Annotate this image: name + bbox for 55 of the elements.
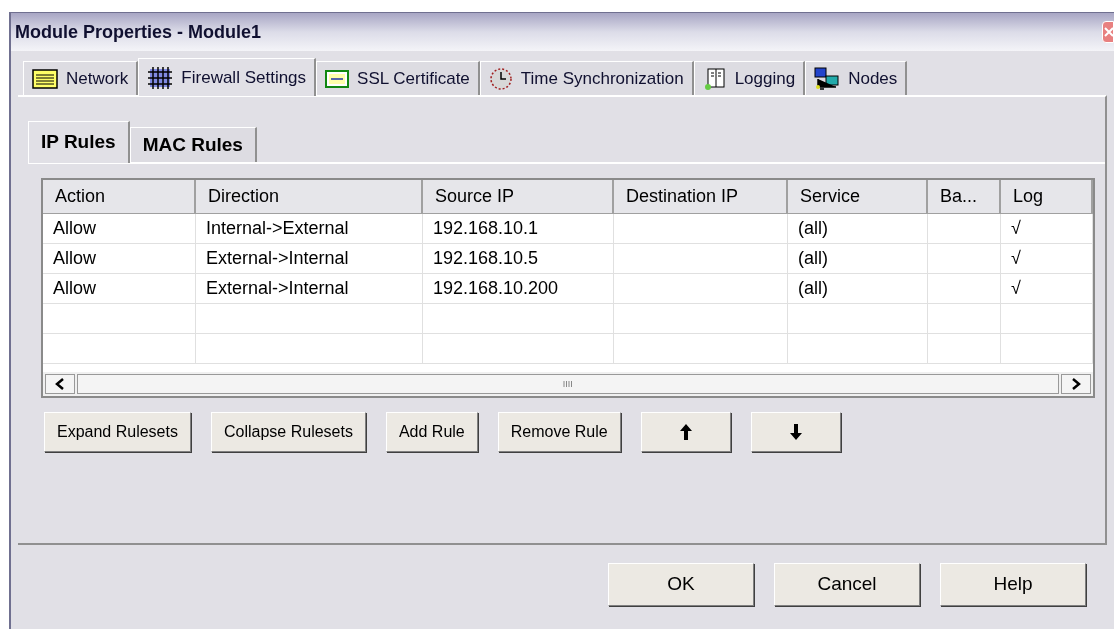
table-cell: External->Internal xyxy=(196,244,423,274)
folder-icon xyxy=(32,67,58,90)
tab[interactable]: MAC Rules xyxy=(129,127,257,163)
column-header[interactable]: Destination IP xyxy=(614,180,788,214)
scroll-left-button[interactable] xyxy=(45,374,75,394)
down-arrow-icon xyxy=(788,423,803,441)
column-header[interactable]: Action xyxy=(43,180,196,214)
tab[interactable]: SSL Certificate xyxy=(316,61,480,95)
certificate-icon xyxy=(325,69,350,88)
up-arrow-icon xyxy=(678,423,693,441)
rule-button[interactable]: Collapse Rulesets xyxy=(210,412,366,452)
grid-icon xyxy=(147,65,174,90)
tab[interactable]: Firewall Settings xyxy=(138,58,317,96)
table-cell: Allow xyxy=(43,274,196,304)
column-header[interactable]: Source IP xyxy=(423,180,614,214)
rule-button[interactable]: Remove Rule xyxy=(497,412,621,452)
move-up-button[interactable] xyxy=(640,412,731,452)
column-header[interactable]: Service xyxy=(788,180,928,214)
table-cell: 192.168.10.1 xyxy=(423,214,614,244)
table-cell: Allow xyxy=(43,244,196,274)
tab[interactable]: Nodes xyxy=(805,61,908,95)
dialog-button[interactable]: Help xyxy=(940,563,1086,606)
computers-icon xyxy=(814,66,841,91)
table-cell: Allow xyxy=(43,214,196,244)
tab[interactable]: Time Synchronization xyxy=(479,61,694,95)
column-header[interactable]: Direction xyxy=(196,180,423,214)
table-cell: √ xyxy=(1001,214,1093,244)
scroll-thumb[interactable] xyxy=(77,374,1059,394)
dialog-button[interactable]: OK xyxy=(608,563,754,606)
rule-button[interactable]: Expand Rulesets xyxy=(44,412,191,452)
tab[interactable]: Network xyxy=(23,61,139,95)
tab[interactable]: Logging xyxy=(693,61,806,95)
table-cell: (all) xyxy=(788,244,928,274)
dialog-button[interactable]: Cancel xyxy=(774,563,920,606)
table-cell: (all) xyxy=(788,274,928,304)
close-icon xyxy=(1103,26,1113,38)
column-header[interactable]: Ba... xyxy=(928,180,1001,214)
close-button[interactable] xyxy=(1102,21,1114,43)
book-icon xyxy=(702,66,727,91)
table-cell: External->Internal xyxy=(196,274,423,304)
table-cell: Internal->External xyxy=(196,214,423,244)
column-header[interactable]: Log xyxy=(1001,180,1093,214)
table-cell: √ xyxy=(1001,274,1093,304)
grip-icon xyxy=(563,379,573,389)
table-cell: (all) xyxy=(788,214,928,244)
clock-icon xyxy=(488,66,513,91)
move-down-button[interactable] xyxy=(750,412,841,452)
table-cell: √ xyxy=(1001,244,1093,274)
table-cell: 192.168.10.200 xyxy=(423,274,614,304)
scroll-right-button[interactable] xyxy=(1061,374,1091,394)
window-title: Module Properties - Module1 xyxy=(15,20,262,44)
horizontal-scrollbar[interactable] xyxy=(43,372,1093,396)
table-cell: 192.168.10.5 xyxy=(423,244,614,274)
rule-button[interactable]: Add Rule xyxy=(385,412,478,452)
tab[interactable]: IP Rules xyxy=(28,121,130,163)
